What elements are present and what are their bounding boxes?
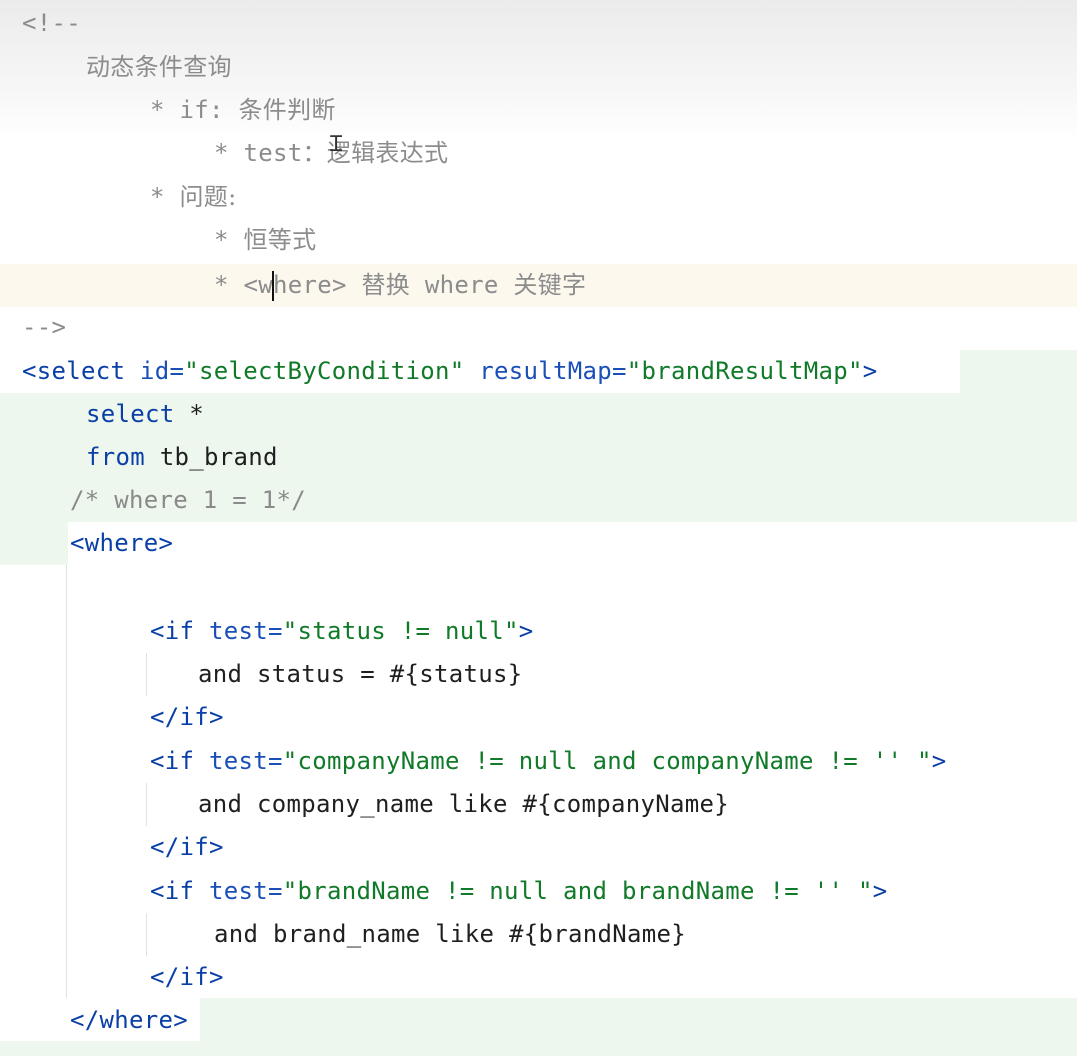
code-token: </if> [150, 963, 224, 991]
code-token: <if [150, 877, 209, 905]
code-token: from [86, 443, 160, 471]
code-line[interactable]: and brand_name like #{brandName} [214, 913, 686, 956]
code-token: tb_brand [159, 443, 278, 471]
sql-region-edge [0, 522, 68, 565]
code-line[interactable]: </if> [150, 956, 224, 999]
code-token: * test： [214, 139, 327, 167]
code-token: select [86, 400, 190, 428]
code-token: 替换 [361, 271, 411, 299]
code-token: and brand_name like #{brandName} [214, 920, 686, 948]
code-token: and company_name like #{companyName} [198, 790, 729, 818]
code-line[interactable]: <where> [70, 522, 173, 565]
code-token: 逻辑表达式 [326, 139, 449, 167]
code-token: 恒等式 [243, 226, 317, 254]
sql-region-bottom [200, 998, 1077, 1056]
code-token: and status = #{status} [198, 660, 523, 688]
sql-region-bottom-edge [0, 1041, 200, 1056]
code-line[interactable]: <!-- [22, 2, 81, 45]
sql-region-tag-line [960, 350, 1077, 393]
code-line[interactable]: --> [22, 306, 66, 349]
code-token: </if> [150, 833, 224, 861]
code-line[interactable]: </if> [150, 826, 224, 869]
indent-guide-if-1 [146, 653, 147, 696]
code-line[interactable]: </if> [150, 696, 224, 739]
code-line[interactable]: <if test="brandName != null and brandNam… [150, 870, 887, 913]
code-line[interactable]: and status = #{status} [198, 653, 522, 696]
code-line[interactable]: * 恒等式 [214, 219, 316, 262]
code-token: id= [140, 357, 185, 385]
code-token: 条件判断 [238, 96, 336, 124]
code-token: <select [22, 357, 140, 385]
code-token: <where> [70, 529, 174, 557]
code-line[interactable]: <select id="selectByCondition" resultMap… [22, 350, 877, 393]
code-token: "status != null" [282, 617, 519, 645]
code-token: > [931, 747, 947, 775]
code-token: * [189, 400, 204, 428]
code-token: "companyName != null and companyName != … [282, 747, 932, 775]
indent-guide-if-2 [146, 783, 147, 826]
code-token: here> [273, 271, 362, 299]
code-token: > [862, 357, 878, 385]
code-line[interactable]: * if: 条件判断 [150, 89, 336, 132]
code-line[interactable]: and company_name like #{companyName} [198, 783, 729, 826]
code-token: > [518, 617, 534, 645]
code-token: * [150, 183, 180, 211]
indent-guide-where [66, 565, 67, 998]
code-token: test= [209, 617, 283, 645]
code-line[interactable]: /* where 1 = 1*/ [70, 479, 306, 522]
code-line[interactable]: <if test="companyName != null and compan… [150, 740, 946, 783]
code-token: <if [150, 617, 209, 645]
code-line[interactable]: from tb_brand [86, 436, 278, 479]
code-line[interactable]: * <where> 替换 where 关键字 [214, 264, 586, 307]
indent-guide-if-3 [146, 913, 147, 956]
code-token: > [872, 877, 888, 905]
code-line[interactable]: select * [86, 393, 204, 436]
code-token: 动态条件查询 [86, 53, 232, 81]
code-token: <if [150, 747, 209, 775]
code-token: where [410, 271, 514, 299]
code-token: "brandResultMap" [626, 357, 863, 385]
code-token: "selectByCondition" [184, 357, 480, 385]
text-cursor-icon: Ɪ [330, 132, 343, 157]
code-token: --> [22, 313, 67, 341]
code-token: 问题: [179, 183, 237, 211]
code-line[interactable]: 动态条件查询 [86, 46, 232, 89]
code-token: </where> [70, 1006, 188, 1034]
code-token: <!-- [22, 9, 81, 37]
code-line[interactable]: </where> [70, 999, 188, 1042]
code-token: test= [209, 747, 283, 775]
code-token: * if: [150, 96, 239, 124]
code-line[interactable]: * 问题: [150, 176, 237, 219]
code-token: "brandName != null and brandName != '' " [282, 877, 873, 905]
code-token: resultMap= [479, 357, 627, 385]
code-token: 关键字 [513, 271, 587, 299]
code-token: /* where 1 = 1*/ [70, 486, 306, 514]
code-token: * [214, 226, 244, 254]
code-line[interactable]: <if test="status != null"> [150, 610, 534, 653]
code-token: </if> [150, 703, 224, 731]
code-token: * <w [214, 271, 273, 299]
code-token: test= [209, 877, 283, 905]
